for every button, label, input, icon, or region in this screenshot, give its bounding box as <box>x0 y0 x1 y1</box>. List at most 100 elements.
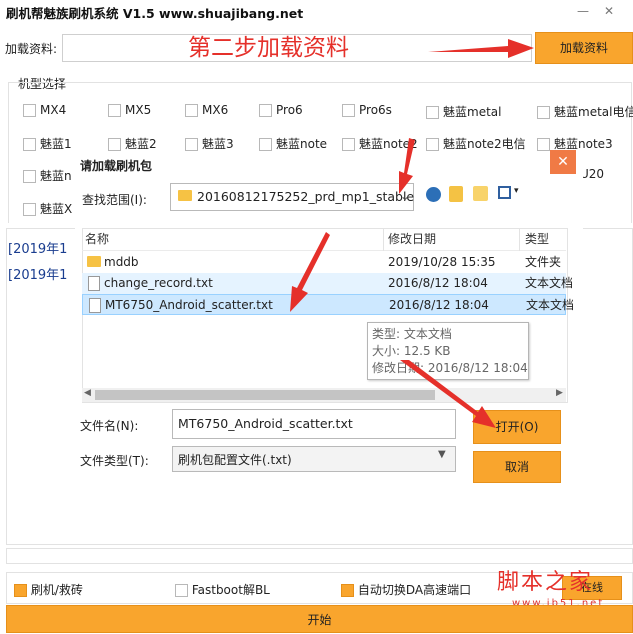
file-type: 文件夹 <box>525 255 562 269</box>
text-file-icon <box>88 276 100 291</box>
model-checkbox[interactable]: Pro6s <box>342 103 392 117</box>
checkbox-icon[interactable] <box>537 138 550 151</box>
model-label: 魅蓝metal <box>443 105 502 119</box>
arrow-to-lookin <box>399 138 415 194</box>
model-checkbox[interactable]: 魅蓝metal <box>426 103 501 120</box>
model-checkbox-row3[interactable]: 魅蓝n <box>23 167 72 184</box>
view-menu-icon[interactable] <box>498 186 511 199</box>
dialog-close-button[interactable]: ✕ <box>550 150 576 174</box>
file-name: MT6750_Android_scatter.txt <box>105 298 273 312</box>
scrollbar-thumb[interactable] <box>95 390 435 400</box>
checkbox-checked-icon[interactable] <box>14 584 27 597</box>
model-checkbox[interactable]: 魅蓝metal电信 <box>537 103 633 120</box>
model-checkbox[interactable]: 魅蓝3 <box>185 135 234 152</box>
checkbox-icon[interactable] <box>108 104 121 117</box>
model-label: MX4 <box>40 103 67 117</box>
file-name: change_record.txt <box>104 276 213 290</box>
checkbox-icon[interactable] <box>23 170 36 183</box>
text-file-icon <box>89 298 101 313</box>
model-label: 魅蓝note3 <box>554 137 613 151</box>
log-line-1: [2019年1 <box>8 242 68 257</box>
model-checkbox[interactable]: MX5 <box>108 103 151 117</box>
checkbox-icon[interactable] <box>23 138 36 151</box>
model-label: Pro6s <box>359 103 392 117</box>
option-flash-label: 刷机/救砖 <box>30 583 83 597</box>
checkbox-icon[interactable] <box>537 106 550 119</box>
load-button[interactable]: 加载资料 <box>535 32 633 64</box>
checkbox-icon[interactable] <box>342 138 355 151</box>
checkbox-icon[interactable] <box>185 104 198 117</box>
dialog-title: 请加载刷机包 <box>80 159 153 173</box>
close-button[interactable]: ✕ <box>598 4 620 18</box>
filetype-label: 文件类型(T): <box>80 454 149 468</box>
model-checkbox[interactable]: MX6 <box>185 103 228 117</box>
model-label: 魅蓝n <box>40 169 72 183</box>
model-label: 魅蓝1 <box>40 137 72 151</box>
model-checkbox[interactable]: 魅蓝1 <box>23 135 72 152</box>
back-icon[interactable] <box>426 187 441 202</box>
tooltip-size: 大小: 12.5 KB <box>372 344 451 358</box>
view-dropdown-icon[interactable]: ▾ <box>514 186 519 196</box>
minimize-button[interactable]: — <box>572 4 594 18</box>
watermark-text: 脚本之家 <box>497 570 594 595</box>
filetype-value: 刷机包配置文件(.txt) <box>178 453 292 467</box>
column-date[interactable]: 修改日期 <box>388 229 436 250</box>
arrow-to-scatter-file <box>290 232 330 312</box>
filename-label: 文件名(N): <box>80 419 139 433</box>
model-label: 魅蓝2 <box>125 137 157 151</box>
model-label: 魅蓝X <box>40 202 73 216</box>
scroll-right-icon[interactable]: ▶ <box>556 388 563 398</box>
column-type[interactable]: 类型 <box>525 229 549 250</box>
checkbox-icon[interactable] <box>23 203 36 216</box>
column-name[interactable]: 名称 <box>85 229 109 250</box>
window-title: 刷机帮魅族刷机系统 V1.5 www.shuajibang.net <box>6 6 304 21</box>
model-label: 魅蓝metal电信 <box>554 105 633 119</box>
model-checkbox[interactable]: 魅蓝note2电信 <box>426 135 526 152</box>
scroll-left-icon[interactable]: ◀ <box>84 388 91 398</box>
checkbox-checked-icon[interactable] <box>341 584 354 597</box>
checkbox-icon[interactable] <box>185 138 198 151</box>
checkbox-icon[interactable] <box>108 138 121 151</box>
load-label: 加载资料: <box>5 42 58 56</box>
option-fastboot[interactable]: Fastboot解BL <box>175 581 270 598</box>
file-type: 文本文档 <box>526 298 575 312</box>
new-folder-icon[interactable] <box>473 186 488 201</box>
model-checkbox[interactable]: Pro6 <box>259 103 303 117</box>
file-date: 2019/10/28 15:35 <box>388 255 496 269</box>
column-divider <box>519 229 520 251</box>
model-label: 魅蓝3 <box>202 137 234 151</box>
chevron-down-icon[interactable]: ▼ <box>438 449 446 460</box>
checkbox-icon[interactable] <box>259 104 272 117</box>
tooltip-type: 类型: 文本文档 <box>372 327 452 341</box>
model-checkbox[interactable]: 魅蓝note <box>259 135 327 152</box>
up-folder-icon[interactable] <box>449 186 463 202</box>
checkbox-icon[interactable] <box>426 138 439 151</box>
model-label: 魅蓝note <box>276 137 328 151</box>
model-label: Pro6 <box>276 103 303 117</box>
option-auto-da[interactable]: 自动切换DA高速端口 <box>341 581 471 598</box>
file-date: 2016/8/12 18:04 <box>389 298 489 312</box>
lookin-label: 查找范围(I): <box>82 193 147 207</box>
column-divider <box>383 229 384 251</box>
log-line-2: [2019年1 <box>8 268 68 283</box>
model-label-u20[interactable]: U20 <box>580 167 604 181</box>
file-name: mddb <box>104 255 139 269</box>
cancel-button[interactable]: 取消 <box>473 451 561 483</box>
checkbox-icon[interactable] <box>259 138 272 151</box>
start-button[interactable]: 开始 <box>6 605 633 633</box>
model-label: 魅蓝note2电信 <box>443 137 526 151</box>
model-checkbox[interactable]: MX4 <box>23 103 66 117</box>
lookin-value: 20160812175252_prd_mp1_stable <box>197 189 415 204</box>
option-flash[interactable]: 刷机/救砖 <box>14 581 83 598</box>
folder-icon <box>178 190 192 201</box>
checkbox-icon[interactable] <box>426 106 439 119</box>
checkbox-icon[interactable] <box>23 104 36 117</box>
checkbox-icon[interactable] <box>342 104 355 117</box>
model-checkbox[interactable]: 魅蓝2 <box>108 135 157 152</box>
checkbox-icon[interactable] <box>175 584 188 597</box>
model-checkbox-row4[interactable]: 魅蓝X <box>23 200 72 217</box>
progress-bar <box>6 548 633 564</box>
arrow-to-open-button <box>400 360 496 428</box>
arrow-to-load-button <box>428 39 534 58</box>
step2-annotation: 第二步加载资料 <box>188 35 349 61</box>
